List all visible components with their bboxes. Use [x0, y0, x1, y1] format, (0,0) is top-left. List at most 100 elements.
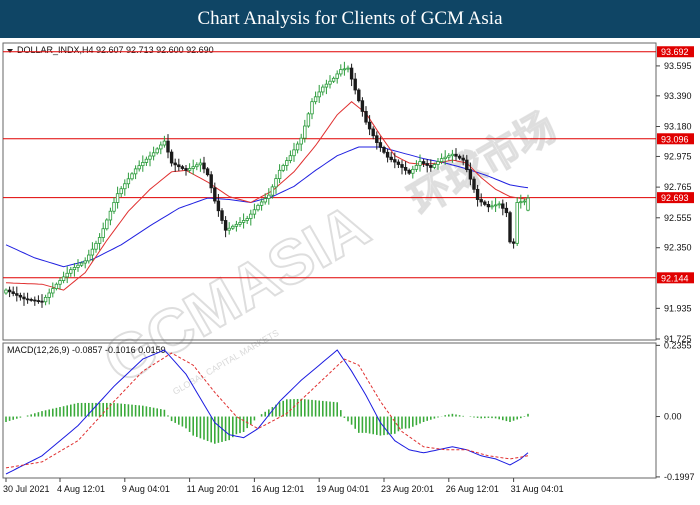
candle-body — [425, 163, 429, 166]
candle — [234, 220, 239, 232]
candle-body — [267, 194, 271, 199]
candle — [421, 158, 426, 168]
candle-body — [18, 294, 23, 298]
candle-body — [238, 222, 242, 225]
candle-body — [256, 204, 260, 211]
candle — [508, 210, 512, 244]
candle — [385, 148, 390, 163]
candle-body — [508, 212, 512, 243]
candle — [18, 292, 23, 301]
candle — [177, 158, 181, 172]
candle — [331, 76, 336, 83]
candle-body — [429, 165, 433, 168]
price-tick-label: 92.350 — [664, 243, 692, 253]
time-tick-label: 16 Aug 12:01 — [251, 484, 304, 494]
level-label: 92.144 — [661, 273, 689, 283]
candle — [141, 155, 145, 172]
macd-main-line — [5, 349, 529, 475]
candle-body — [133, 168, 138, 175]
chart-header: DOLLAR_INDX,H4 92.607 92.713 92.600 92.6… — [17, 45, 214, 55]
candle-body — [69, 269, 73, 274]
candle-body — [353, 78, 357, 91]
candle — [238, 217, 242, 227]
candle — [231, 224, 235, 231]
candle — [411, 165, 415, 179]
collapse-triangle-icon[interactable] — [7, 49, 13, 53]
candle — [47, 288, 51, 305]
candle — [148, 151, 152, 167]
candle-body — [33, 299, 37, 302]
price-tick-label: 92.765 — [664, 182, 692, 192]
candle — [65, 266, 69, 284]
candle — [324, 79, 329, 95]
candle — [223, 216, 228, 238]
candle-body — [306, 113, 311, 127]
candle-body — [288, 155, 293, 161]
candle — [169, 149, 174, 167]
candle-body — [292, 149, 296, 157]
candle-body — [461, 157, 465, 161]
candle — [292, 142, 296, 162]
candle-body — [382, 147, 386, 153]
candle-body — [342, 68, 347, 71]
candle-body — [90, 248, 95, 256]
candle-body — [522, 200, 527, 203]
candle-body — [159, 144, 163, 150]
candle — [321, 84, 325, 96]
price-tick-label: 92.555 — [664, 213, 692, 223]
candle — [97, 233, 102, 251]
candle-body — [285, 160, 289, 166]
candle — [353, 72, 357, 95]
banner-title: Chart Analysis for Clients of GCM Asia — [0, 0, 700, 38]
candle-body — [324, 83, 329, 88]
candle-body — [241, 220, 246, 223]
candle — [83, 257, 87, 269]
candle-body — [180, 166, 185, 169]
candle-body — [25, 298, 30, 301]
candle-body — [79, 262, 84, 266]
candle-body — [94, 242, 98, 250]
candle-body — [191, 166, 195, 169]
candle — [267, 188, 271, 205]
candle — [151, 146, 156, 161]
candle — [339, 64, 343, 77]
candle-body — [40, 300, 44, 303]
candle-body — [72, 267, 77, 271]
candle — [173, 158, 177, 172]
candle — [25, 292, 30, 304]
candle — [414, 160, 419, 172]
candle-body — [501, 203, 505, 209]
candle-body — [108, 210, 113, 221]
candle — [36, 295, 41, 304]
candle — [396, 159, 401, 168]
candle-body — [173, 162, 177, 166]
candle-body — [483, 201, 487, 205]
time-tick-label: 26 Aug 12:01 — [446, 484, 499, 494]
candle — [137, 160, 141, 172]
candle — [313, 91, 318, 105]
candle — [123, 179, 127, 196]
candle — [43, 294, 48, 306]
candle — [202, 156, 206, 174]
candle-body — [130, 173, 134, 180]
candle-body — [321, 86, 325, 93]
candle — [285, 157, 289, 171]
candle — [274, 174, 278, 194]
candle — [349, 63, 354, 87]
candle — [360, 97, 365, 117]
candle-body — [375, 135, 379, 143]
candle — [310, 98, 314, 120]
candle — [7, 286, 12, 298]
candle — [299, 133, 303, 152]
candle-body — [87, 254, 91, 262]
candle-body — [360, 100, 365, 112]
candle-body — [450, 153, 455, 157]
candle-body — [223, 220, 228, 231]
candle-body — [421, 161, 426, 164]
macd-tick-label: 0.2355 — [664, 340, 692, 350]
price-tick-label: 93.390 — [664, 91, 692, 101]
candle-body — [61, 276, 66, 281]
candle — [191, 159, 195, 175]
macd-header: MACD(12,26,9) -0.0857 -0.1016 0.0159 — [7, 345, 166, 355]
candle — [335, 70, 339, 84]
